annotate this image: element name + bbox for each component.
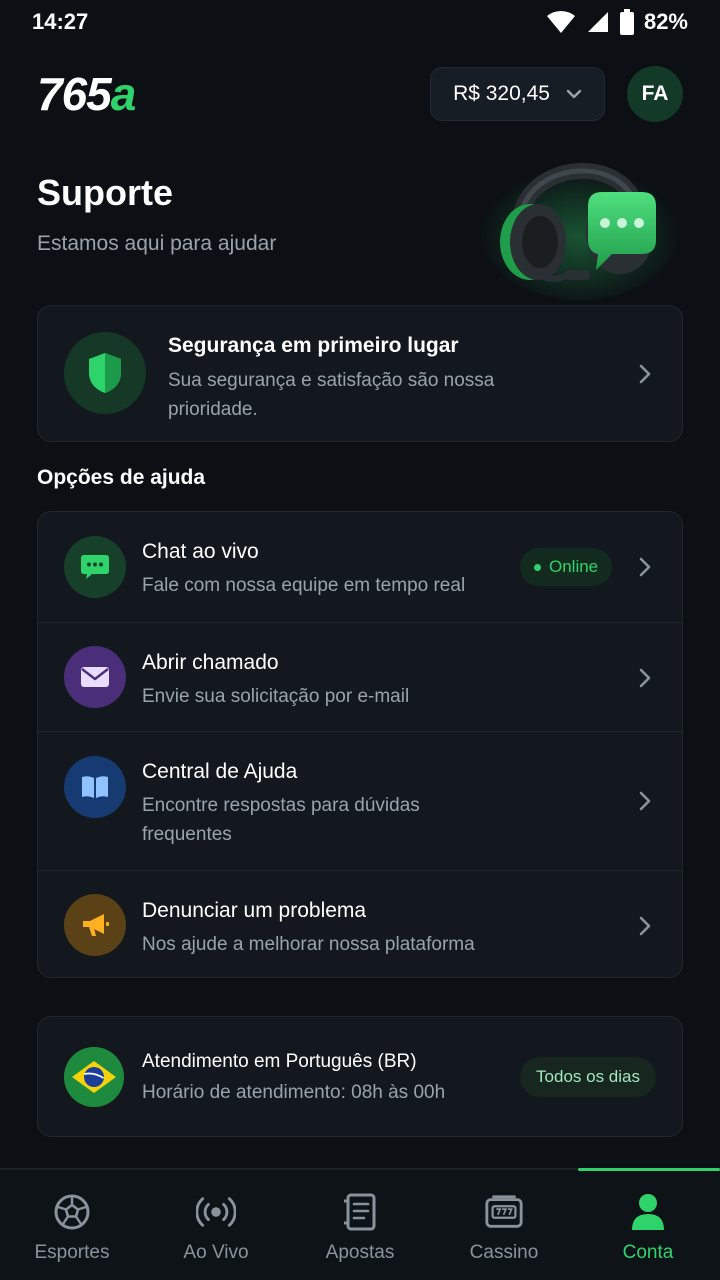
security-title: Segurança em primeiro lugar: [168, 334, 459, 357]
headset-support-icon: [480, 160, 680, 300]
book-icon: [82, 776, 108, 798]
page-title: Suporte: [37, 172, 174, 213]
support-hours: Horário de atendimento: 08h às 00h: [142, 1082, 446, 1103]
option-subtitle: Fale com nossa equipe em tempo real: [142, 575, 466, 596]
page-subtitle: Estamos aqui para ajudar: [37, 232, 277, 255]
slot-machine-icon: [484, 1192, 524, 1232]
chevron-right-icon: [639, 916, 651, 936]
section-label: Opções de ajuda: [37, 466, 206, 489]
nav-item-apostas[interactable]: Apostas: [288, 1170, 432, 1280]
security-text: Sua segurança e satisfação são nossa pri…: [168, 370, 495, 420]
chevron-right-icon: [639, 668, 651, 688]
brand-logo[interactable]: 765a: [37, 68, 137, 120]
brazil-flag-graphic: [64, 1047, 124, 1107]
option-subtitle: Encontre respostas para dúvidas frequent…: [142, 795, 420, 845]
status-bar: 14:27 82%: [0, 0, 720, 44]
user-icon: [628, 1192, 668, 1232]
bottom-navigation: Esportes Ao Vivo Apostas Cassino Conta: [0, 1168, 720, 1280]
shield-icon-circle: [64, 332, 146, 414]
battery-icon: [619, 9, 634, 35]
option-subtitle: Nos ajude a melhorar nossa plataforma: [142, 934, 475, 955]
chevron-right-icon: [639, 791, 651, 811]
language-hours-card: Atendimento em Português (BR) Horário de…: [37, 1016, 683, 1137]
nav-label: Cassino: [469, 1242, 539, 1263]
nav-label: Apostas: [325, 1242, 395, 1263]
nav-item-cassino[interactable]: Cassino: [432, 1170, 576, 1280]
option-title: Denunciar um problema: [142, 899, 367, 922]
balance-value: R$ 320,45: [453, 82, 550, 105]
bet-slip-icon: [340, 1192, 380, 1232]
online-status-text: Online: [549, 557, 599, 576]
nav-label: Ao Vivo: [183, 1242, 249, 1263]
nav-item-ao-vivo[interactable]: Ao Vivo: [144, 1170, 288, 1280]
option-report-problem[interactable]: Denunciar um problema Nos ajude a melhor…: [38, 870, 682, 977]
balance-dropdown[interactable]: R$ 320,45: [430, 67, 605, 121]
mail-icon: [81, 667, 109, 687]
book-icon-circle: [64, 756, 126, 818]
megaphone-icon-circle: [64, 894, 126, 956]
option-live-chat[interactable]: Chat ao vivo Fale com nossa equipe em te…: [38, 512, 682, 622]
chevron-right-icon: [639, 557, 651, 577]
option-title: Abrir chamado: [142, 651, 279, 674]
wifi-icon: [546, 10, 575, 34]
chevron-right-icon: [639, 364, 651, 384]
soccer-ball-icon: [52, 1192, 92, 1232]
option-title: Central de Ajuda: [142, 760, 298, 783]
nav-item-conta[interactable]: Conta: [576, 1168, 720, 1280]
logo-text: 765: [37, 68, 112, 120]
nav-label: Esportes: [34, 1242, 110, 1263]
app-header: 765a R$ 320,45 FA: [0, 58, 720, 130]
online-dot-icon: [534, 563, 541, 571]
online-status-badge: Online: [520, 548, 613, 586]
language-title: Atendimento em Português (BR): [142, 1051, 417, 1072]
security-card[interactable]: Segurança em primeiro lugar Sua seguranç…: [37, 305, 683, 442]
brazil-flag-icon: [64, 1047, 124, 1107]
megaphone-icon: [83, 914, 109, 936]
availability-badge: Todos os dias: [520, 1057, 656, 1097]
chat-icon: [81, 555, 109, 579]
logo-accent: a: [110, 68, 137, 120]
support-screen: 14:27 82% 765a R$ 320,45 FA Suporte Esta…: [0, 0, 720, 1280]
option-open-ticket[interactable]: Abrir chamado Envie sua solicitação por …: [38, 622, 682, 731]
status-icons: 82%: [546, 9, 688, 35]
nav-label: Conta: [622, 1242, 674, 1263]
chevron-down-icon: [566, 89, 582, 99]
option-title: Chat ao vivo: [142, 540, 259, 563]
option-help-center[interactable]: Central de Ajuda Encontre respostas para…: [38, 731, 682, 870]
live-broadcast-icon: [196, 1192, 236, 1232]
mail-icon-circle: [64, 646, 126, 708]
battery-percentage: 82%: [643, 9, 688, 34]
option-subtitle: Envie sua solicitação por e-mail: [142, 686, 410, 707]
help-options-list: Chat ao vivo Fale com nossa equipe em te…: [37, 511, 683, 978]
avatar[interactable]: FA: [627, 66, 683, 122]
status-time: 14:27: [32, 9, 89, 34]
chat-icon-circle: [64, 536, 126, 598]
cellular-signal-icon: [587, 12, 608, 32]
shield-icon: [89, 353, 121, 393]
nav-item-esportes[interactable]: Esportes: [0, 1170, 144, 1280]
